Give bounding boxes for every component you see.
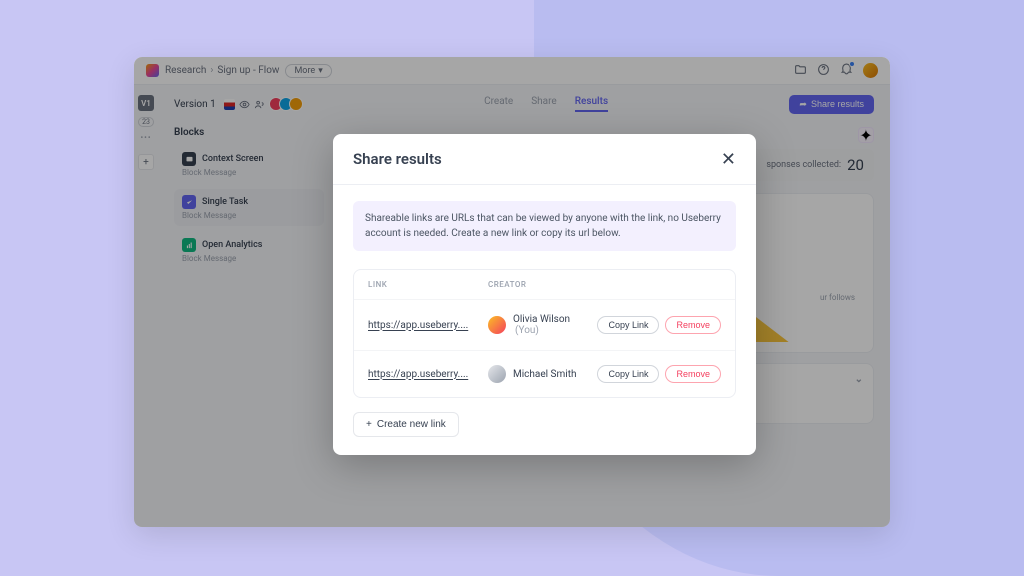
plus-icon: +	[366, 419, 372, 430]
breadcrumb-current[interactable]: Sign up - Flow	[217, 65, 279, 76]
share-links-table: LINK CREATOR https://app.useberry.... Ol…	[353, 269, 736, 398]
block-item[interactable]: Single Task Block Message	[174, 189, 324, 226]
modal-title: Share results	[353, 150, 442, 168]
notification-icon[interactable]	[840, 63, 853, 79]
close-button[interactable]: ✕	[721, 150, 736, 168]
close-icon: ✕	[721, 149, 736, 169]
app-logo	[146, 64, 159, 77]
ai-sparkle-icon[interactable]: ✦	[858, 127, 874, 143]
users-icon	[254, 99, 265, 110]
version-label: Version 1	[174, 99, 216, 110]
blocks-title: Blocks	[174, 127, 324, 138]
table-row: https://app.useberry.... Olivia Wilson (…	[354, 299, 735, 350]
avatar	[488, 316, 506, 334]
share-results-modal: Share results ✕ Shareable links are URLs…	[333, 134, 756, 455]
column-header-creator: CREATOR	[488, 280, 721, 289]
flag-icon	[224, 99, 235, 110]
folder-icon[interactable]	[794, 63, 807, 79]
locale-icons	[224, 99, 265, 110]
chevron-down-icon: ▾	[318, 66, 323, 76]
creator-name: Olivia Wilson	[513, 314, 570, 325]
tab-results[interactable]: Results	[575, 96, 608, 112]
context-icon	[182, 152, 196, 166]
tab-share[interactable]: Share	[531, 96, 556, 112]
share-link[interactable]: https://app.useberry....	[368, 369, 488, 380]
copy-link-button[interactable]: Copy Link	[597, 365, 659, 383]
breadcrumb-root[interactable]: Research	[165, 65, 206, 76]
creator-name: Michael Smith	[513, 369, 576, 380]
column-header-link: LINK	[368, 280, 488, 289]
share-results-button[interactable]: ➦ Share results	[789, 95, 874, 114]
tab-create[interactable]: Create	[484, 96, 513, 112]
create-new-link-button[interactable]: + Create new link	[353, 412, 459, 437]
collaborator-avatars[interactable]	[273, 97, 303, 111]
block-item[interactable]: Open Analytics Block Message	[174, 232, 324, 269]
more-dots-icon[interactable]: •••	[140, 133, 151, 142]
version-chip[interactable]: V1	[138, 95, 154, 111]
more-button[interactable]: More ▾	[285, 64, 331, 78]
task-icon	[182, 195, 196, 209]
response-count-chip: 23	[138, 117, 154, 127]
siderail: V1 23 ••• +	[134, 85, 158, 442]
analytics-icon	[182, 238, 196, 252]
avatar	[289, 97, 303, 111]
you-label: (You)	[515, 325, 539, 336]
remove-button[interactable]: Remove	[665, 316, 721, 334]
table-row: https://app.useberry.... Michael Smith C…	[354, 350, 735, 397]
add-button[interactable]: +	[138, 154, 154, 170]
share-link[interactable]: https://app.useberry....	[368, 320, 488, 331]
avatar	[488, 365, 506, 383]
view-icon	[239, 99, 250, 110]
info-banner: Shareable links are URLs that can be vie…	[353, 201, 736, 251]
share-icon: ➦	[799, 99, 807, 110]
user-avatar[interactable]	[863, 63, 878, 78]
chevron-down-icon: ⌄	[855, 374, 863, 385]
breadcrumb: Research Sign up - Flow	[165, 65, 279, 76]
remove-button[interactable]: Remove	[665, 365, 721, 383]
help-icon[interactable]	[817, 63, 830, 79]
topbar: Research Sign up - Flow More ▾	[134, 57, 890, 85]
block-item[interactable]: Context Screen Block Message	[174, 146, 324, 183]
copy-link-button[interactable]: Copy Link	[597, 316, 659, 334]
